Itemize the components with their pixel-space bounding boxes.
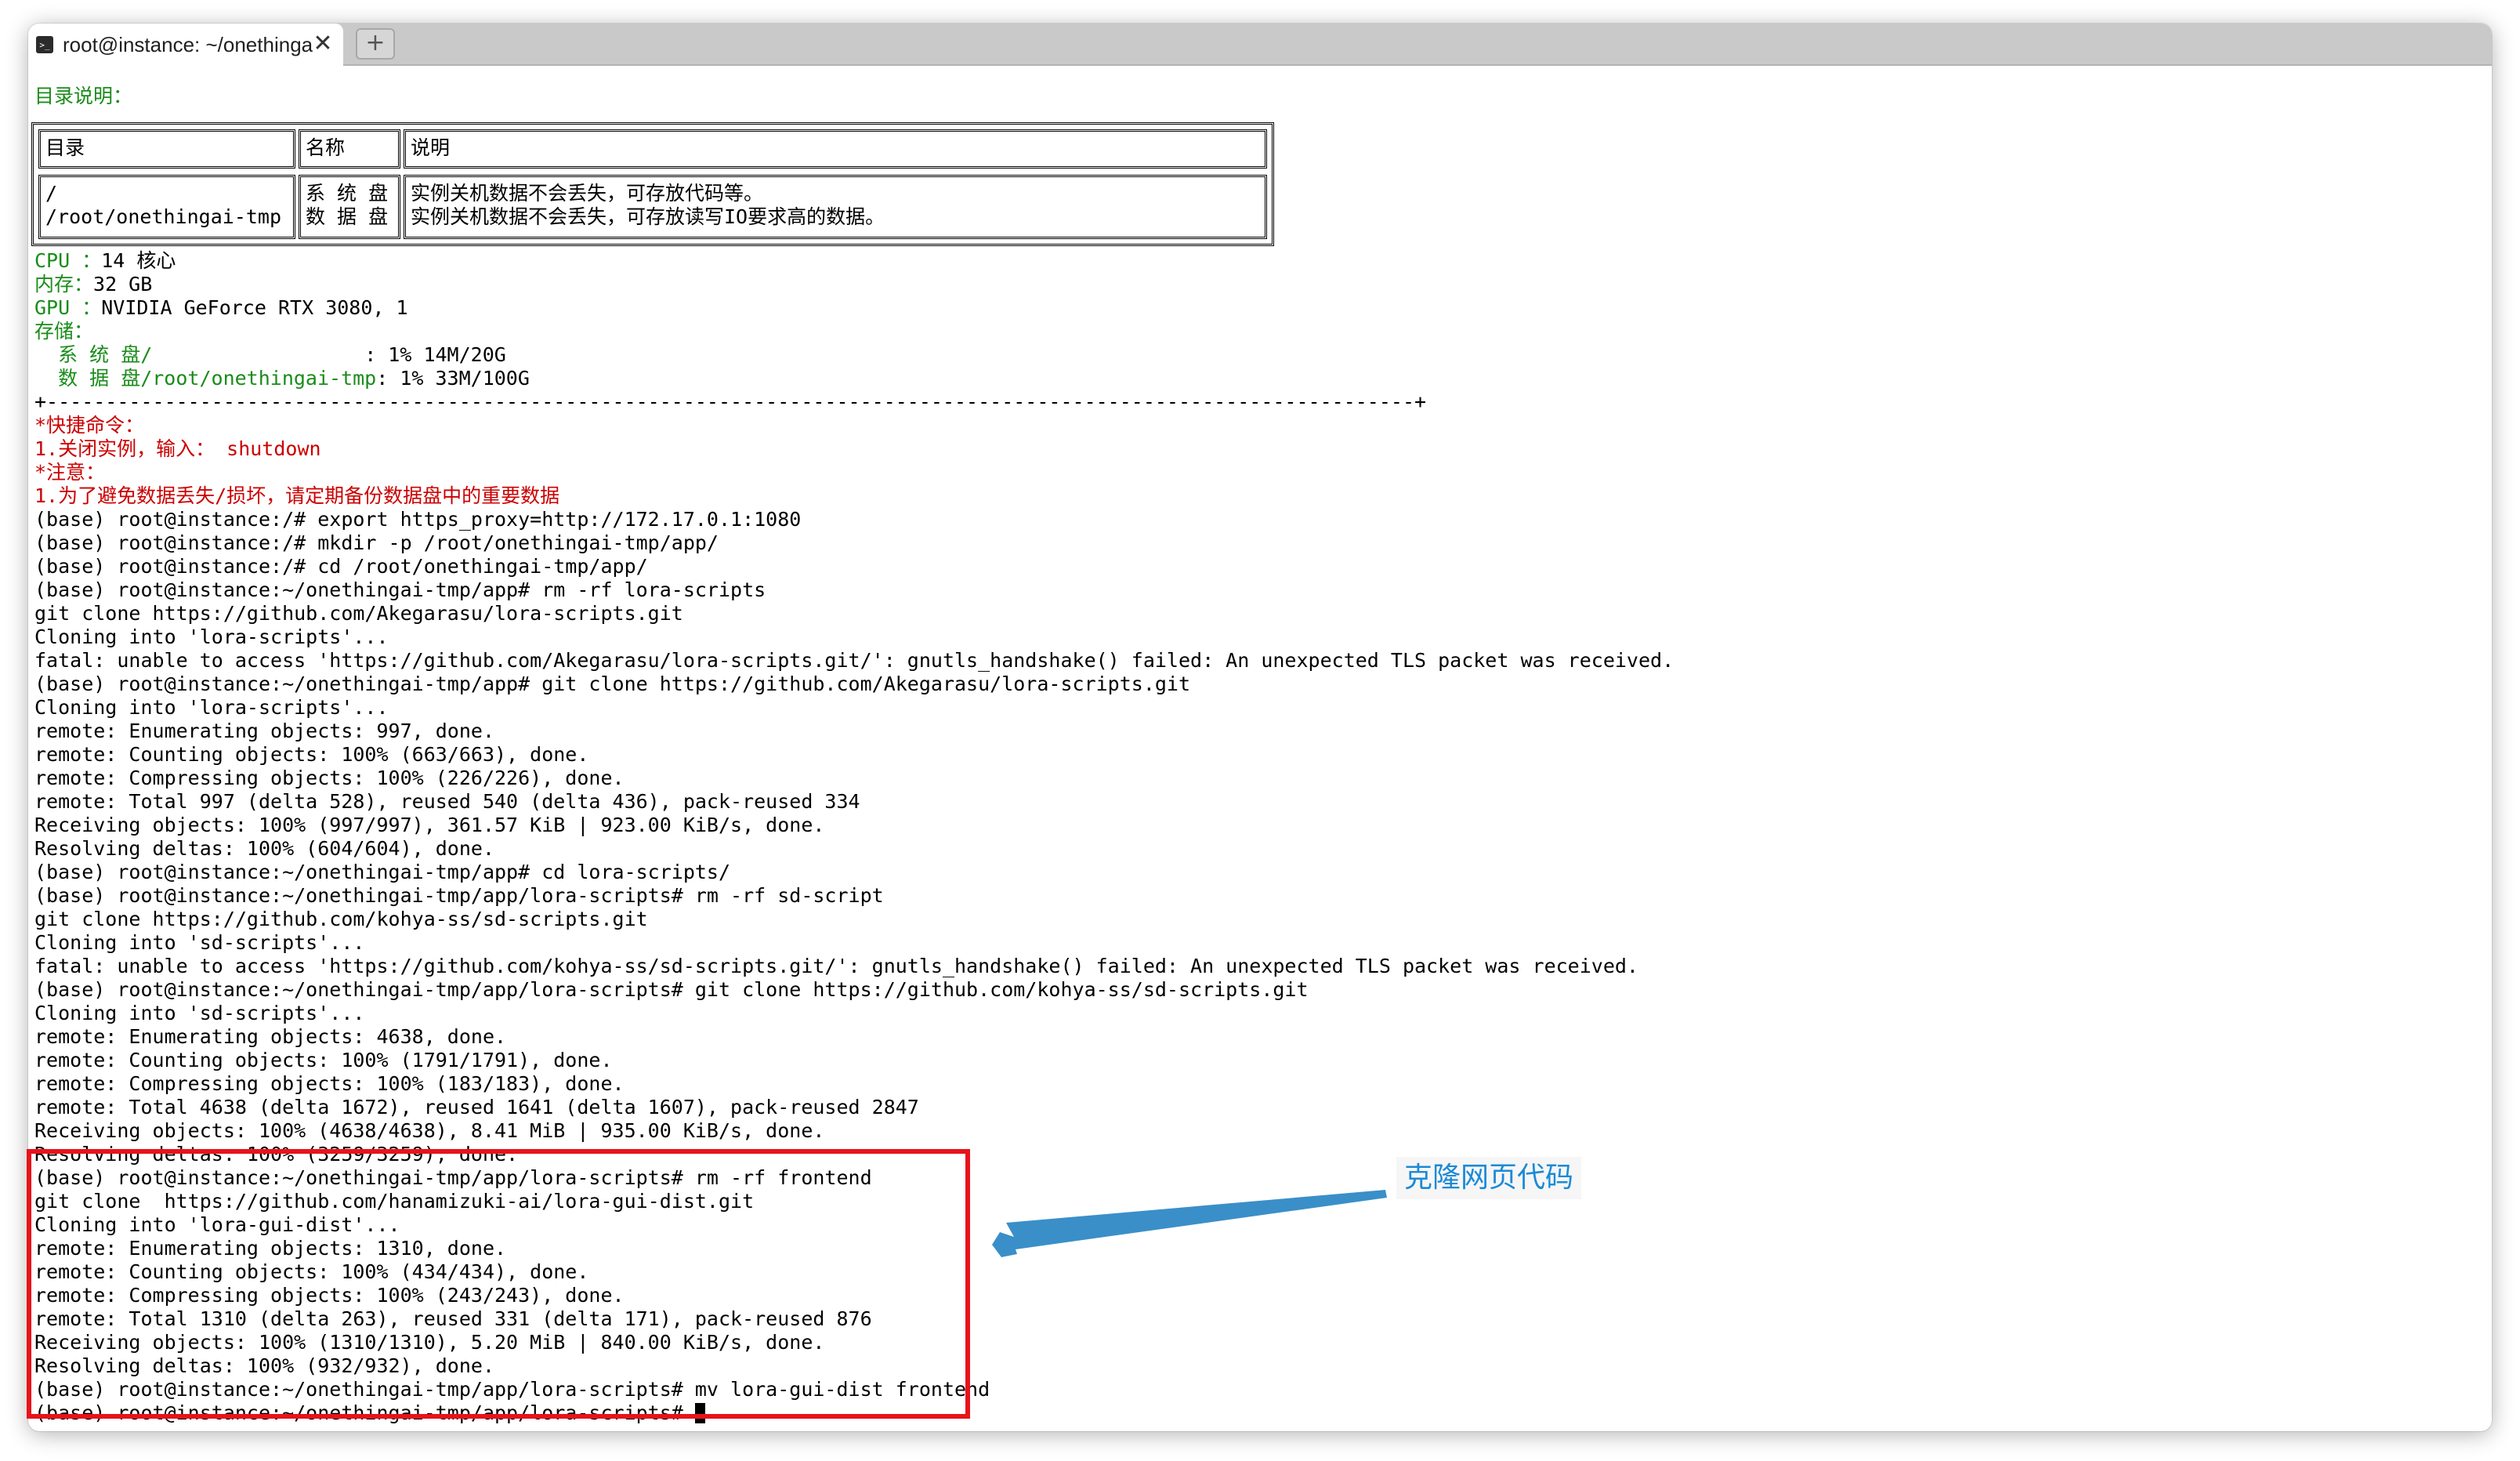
output-line: (base) root@instance:/# export https_pro… — [34, 508, 802, 531]
output-line: remote: Compressing objects: 100% (226/2… — [34, 767, 625, 789]
new-tab-button[interactable]: + — [356, 28, 395, 60]
desc-row-1: 实例关机数据不会丢失，可存放代码等。 — [411, 182, 764, 205]
notice-line: 1.关闭实例，输入： shutdown — [34, 437, 321, 460]
output-line: (base) root@instance:~/onethingai-tmp/ap… — [34, 978, 1309, 1001]
header-cell-dir: 目录 — [38, 129, 295, 169]
name-row-2: 数 据 盘 — [306, 205, 389, 228]
notice-line: 1.为了避免数据丢失/损坏，请定期备份数据盘中的重要数据 — [34, 484, 560, 507]
directory-table: 目录 名称 说明 / /root/onethingai-tmp 系 统 盘 数 … — [31, 122, 1274, 246]
highlight-box — [27, 1149, 970, 1419]
sys-disk-line: 系 统 盘/ : 1% 14M/20G — [34, 343, 506, 366]
output-line: remote: Enumerating objects: 4638, done. — [34, 1025, 507, 1048]
output-line: (base) root@instance:/# mkdir -p /root/o… — [34, 531, 719, 554]
cpu-line: CPU ：14 核心 — [34, 249, 176, 272]
output-line: remote: Enumerating objects: 997, done. — [34, 720, 494, 742]
body-cell-name: 系 统 盘 数 据 盘 — [299, 175, 400, 239]
output-line: (base) root@instance:/# cd /root/onethin… — [34, 555, 648, 578]
storage-line: 存储： — [34, 320, 94, 343]
body-cell-dir: / /root/onethingai-tmp — [38, 175, 295, 239]
separator-line: +---------------------------------------… — [34, 390, 1427, 413]
output-line: remote: Total 4638 (delta 1672), reused … — [34, 1096, 919, 1118]
dir-row-2: /root/onethingai-tmp — [45, 205, 282, 228]
notice-line: *注意： — [34, 461, 106, 484]
mem-line: 内存：32 GB — [34, 273, 153, 295]
desc-row-2: 实例关机数据不会丢失，可存放读写IO要求高的数据。 — [411, 205, 885, 228]
table-header-row: 目录 名称 说明 — [38, 129, 1267, 169]
tab-terminal[interactable]: >_ root@instance: ~/onethinga ✕ — [28, 24, 343, 66]
output-line: (base) root@instance:~/onethingai-tmp/ap… — [34, 884, 884, 907]
tab-bar: >_ root@instance: ~/onethinga ✕ + — [28, 24, 2492, 66]
output-line: Resolving deltas: 100% (604/604), done. — [34, 837, 494, 860]
output-line: (base) root@instance:~/onethingai-tmp/ap… — [34, 672, 1191, 695]
output-line: fatal: unable to access 'https://github.… — [34, 955, 1638, 977]
name-row-1: 系 统 盘 — [306, 182, 389, 205]
tab-title: root@instance: ~/onethinga — [63, 32, 313, 56]
output-line: remote: Compressing objects: 100% (183/1… — [34, 1072, 625, 1095]
annotation-label: 克隆网页代码 — [1396, 1157, 1582, 1199]
output-line: fatal: unable to access 'https://github.… — [34, 649, 1675, 672]
notice-line: *快捷命令： — [34, 414, 145, 437]
output-line: remote: Total 997 (delta 528), reused 54… — [34, 790, 860, 813]
output-line: git clone https://github.com/Akegarasu/l… — [34, 602, 683, 625]
output-line: Cloning into 'sd-scripts'... — [34, 1002, 365, 1024]
dir-row-1: / — [45, 182, 58, 205]
dir-heading: 目录说明： — [34, 85, 133, 107]
output-line: Cloning into 'lora-scripts'... — [34, 625, 389, 648]
output-line: Cloning into 'sd-scripts'... — [34, 931, 365, 954]
terminal-icon: >_ — [36, 36, 53, 53]
output-line: remote: Counting objects: 100% (663/663)… — [34, 743, 589, 766]
body-cell-desc: 实例关机数据不会丢失，可存放代码等。 实例关机数据不会丢失，可存放读写IO要求高… — [404, 175, 1267, 239]
header-cell-name: 名称 — [299, 129, 400, 169]
table-body-row: / /root/onethingai-tmp 系 统 盘 数 据 盘 实例关机数… — [38, 175, 1267, 239]
output-line: (base) root@instance:~/onethingai-tmp/ap… — [34, 861, 731, 883]
data-disk-line: 数 据 盘/root/onethingai-tmp: 1% 33M/100G — [34, 367, 530, 390]
close-icon[interactable]: ✕ — [309, 30, 337, 58]
output-line: Receiving objects: 100% (997/997), 361.5… — [34, 814, 825, 836]
gpu-line: GPU ：NVIDIA GeForce RTX 3080, 1 — [34, 296, 408, 319]
output-line: remote: Counting objects: 100% (1791/179… — [34, 1049, 613, 1071]
header-cell-desc: 说明 — [404, 129, 1267, 169]
output-line: Receiving objects: 100% (4638/4638), 8.4… — [34, 1119, 825, 1142]
output-line: (base) root@instance:~/onethingai-tmp/ap… — [34, 578, 766, 601]
output-line: git clone https://github.com/kohya-ss/sd… — [34, 908, 648, 930]
output-line: Cloning into 'lora-scripts'... — [34, 696, 389, 719]
